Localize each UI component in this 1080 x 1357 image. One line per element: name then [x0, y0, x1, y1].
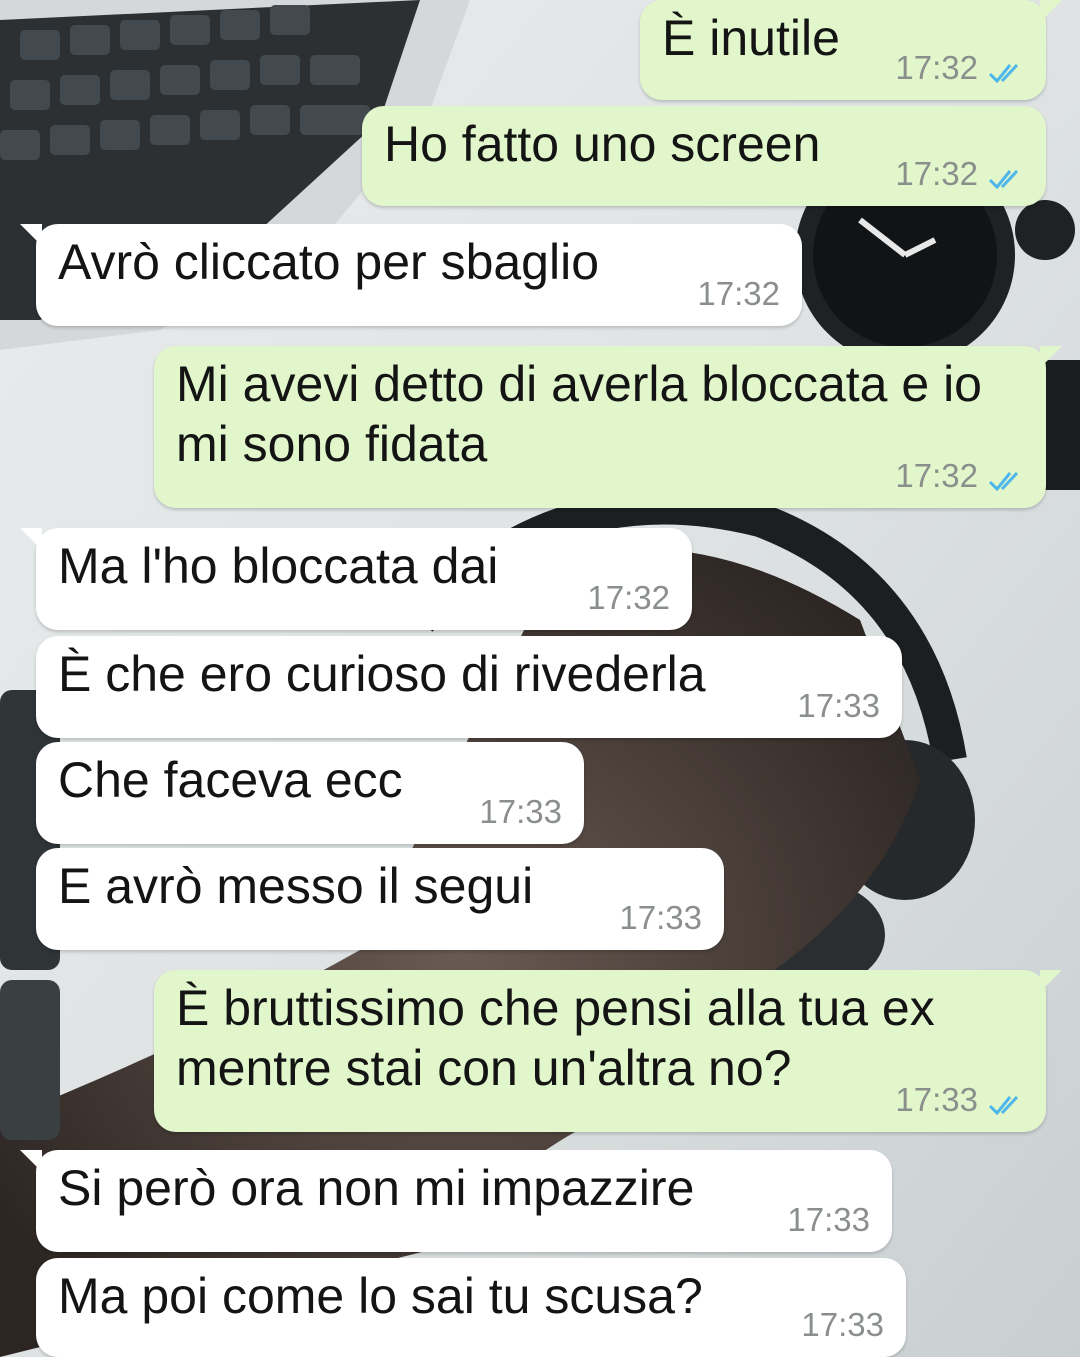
- message-timestamp: 17:32: [895, 155, 978, 192]
- outgoing-message-bubble[interactable]: Mi avevi detto di averla bloccata e io m…: [154, 346, 1062, 508]
- incoming-message-bubble[interactable]: Che faceva ecc 17:33: [36, 742, 584, 844]
- message-meta: 17:32: [587, 580, 670, 616]
- outgoing-message-bubble[interactable]: Ho fatto uno screen 17:32: [362, 106, 1046, 206]
- outgoing-message-bubble[interactable]: È bruttissimo che pensi alla tua ex ment…: [154, 970, 1062, 1132]
- message-meta: 17:32: [895, 156, 1026, 192]
- message-text: Ma l'ho bloccata dai: [58, 538, 499, 594]
- message-timestamp: 17:33: [479, 793, 562, 830]
- message-timestamp: 17:33: [787, 1201, 870, 1238]
- message-timestamp: 17:33: [619, 899, 702, 936]
- message-meta: 17:33: [479, 794, 562, 830]
- message-text: Avrò cliccato per sbaglio: [58, 234, 600, 290]
- read-ticks-icon: [988, 162, 1026, 190]
- outgoing-message-bubble[interactable]: È inutile 17:32: [640, 0, 1062, 100]
- incoming-message-bubble[interactable]: È che ero curioso di rivederla 17:33: [36, 636, 902, 738]
- read-ticks-icon: [988, 464, 1026, 492]
- message-timestamp: 17:33: [895, 1081, 978, 1118]
- message-meta: 17:32: [697, 276, 780, 312]
- message-meta: 17:33: [801, 1307, 884, 1343]
- read-ticks-icon: [988, 1088, 1026, 1116]
- message-text: Ma poi come lo sai tu scusa?: [58, 1268, 703, 1324]
- incoming-message-bubble[interactable]: Si però ora non mi impazzire 17:33: [20, 1150, 892, 1252]
- message-meta: 17:33: [619, 900, 702, 936]
- message-meta: 17:33: [797, 688, 880, 724]
- message-meta: 17:32: [895, 458, 1026, 494]
- incoming-message-bubble[interactable]: Ma l'ho bloccata dai 17:32: [20, 528, 692, 630]
- message-timestamp: 17:33: [801, 1306, 884, 1343]
- message-text: È che ero curioso di rivederla: [58, 646, 706, 702]
- message-timestamp: 17:32: [587, 579, 670, 616]
- read-ticks-icon: [988, 56, 1026, 84]
- message-timestamp: 17:32: [895, 49, 978, 86]
- message-timestamp: 17:32: [895, 457, 978, 494]
- message-text: Mi avevi detto di averla bloccata e io m…: [176, 356, 982, 472]
- message-text: Si però ora non mi impazzire: [58, 1160, 695, 1216]
- incoming-message-bubble[interactable]: E avrò messo il segui 17:33: [36, 848, 724, 950]
- message-text: È bruttissimo che pensi alla tua ex ment…: [176, 980, 935, 1096]
- message-timestamp: 17:32: [697, 275, 780, 312]
- message-meta: 17:33: [895, 1082, 1026, 1118]
- incoming-message-bubble[interactable]: Avrò cliccato per sbaglio 17:32: [20, 224, 802, 326]
- message-timestamp: 17:33: [797, 687, 880, 724]
- message-text: E avrò messo il segui: [58, 858, 534, 914]
- message-meta: 17:32: [895, 50, 1026, 86]
- message-meta: 17:33: [787, 1202, 870, 1238]
- incoming-message-bubble[interactable]: Ma poi come lo sai tu scusa? 17:33: [36, 1258, 906, 1357]
